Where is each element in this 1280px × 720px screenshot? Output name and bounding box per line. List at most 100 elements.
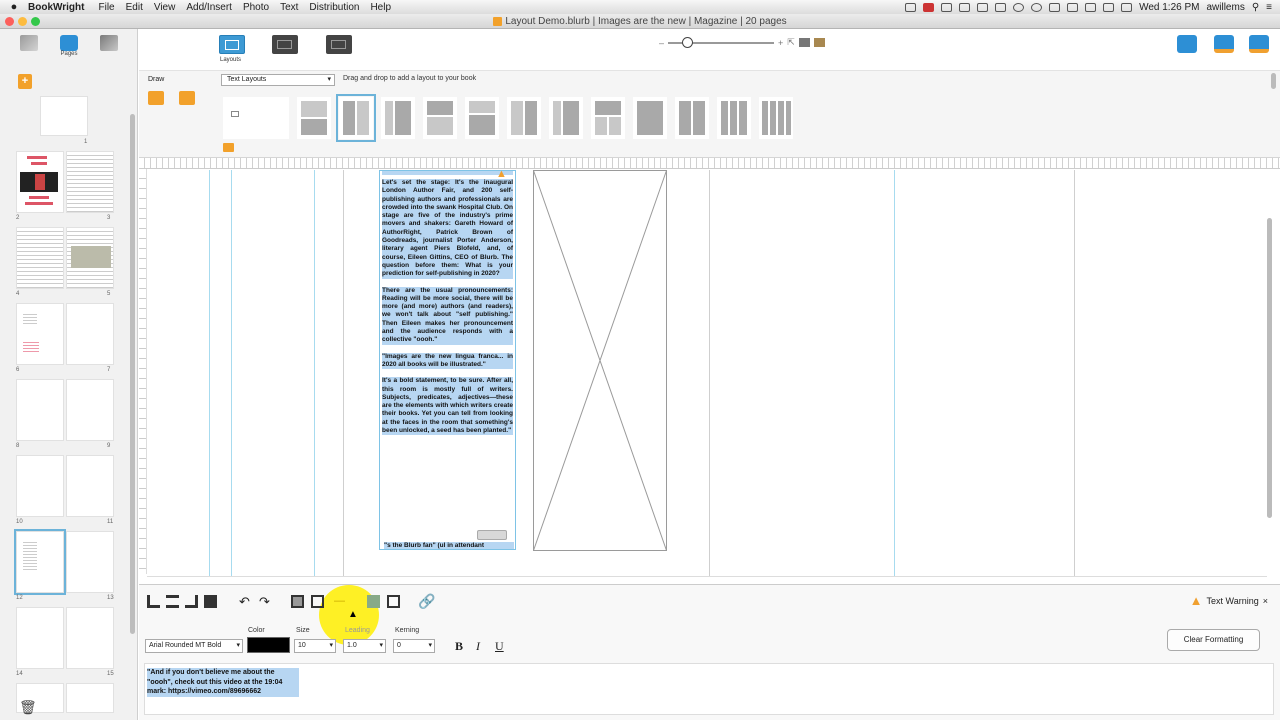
preview-icon[interactable] xyxy=(813,38,825,47)
page-thumbnail[interactable] xyxy=(66,151,114,213)
trash-icon[interactable]: 🗑 xyxy=(19,699,37,716)
indent-icon[interactable] xyxy=(387,595,400,608)
undo-icon[interactable]: ↶ xyxy=(239,595,252,608)
search-icon[interactable]: ⚲ xyxy=(1252,2,1259,13)
link-icon[interactable]: 🔗 xyxy=(418,594,435,608)
layout-thumbnail[interactable] xyxy=(591,97,625,139)
layout-thumbnail-selected[interactable] xyxy=(336,94,376,142)
font-family-select[interactable]: Arial Rounded MT Bold ▾ xyxy=(145,639,243,653)
bullet-list-icon[interactable] xyxy=(367,595,380,608)
layout-thumbnail[interactable] xyxy=(223,97,289,139)
upload-icon[interactable] xyxy=(1249,35,1269,53)
zoom-slider-knob[interactable] xyxy=(682,36,694,48)
fit-spread-icon[interactable] xyxy=(798,38,810,47)
align-justify-icon[interactable] xyxy=(204,595,217,608)
status-icon[interactable] xyxy=(1049,2,1061,12)
wifi-icon[interactable] xyxy=(1103,2,1115,12)
zoom-in-icon[interactable]: + xyxy=(778,38,783,48)
draw-text-icon[interactable] xyxy=(148,91,164,105)
text-color-swatch[interactable] xyxy=(247,637,290,653)
text-overflow-warning-icon[interactable]: ▲ xyxy=(496,168,507,180)
kerning-select[interactable]: 0 ▾ xyxy=(393,639,435,653)
menu-text[interactable]: Text xyxy=(280,2,298,13)
layout-thumbnail[interactable] xyxy=(297,97,331,139)
page-thumbnail[interactable] xyxy=(66,303,114,365)
close-window-button[interactable] xyxy=(5,17,14,26)
page-thumbnail[interactable] xyxy=(66,455,114,517)
text-container[interactable]: Let's set the stage: It's the inaugural … xyxy=(379,170,516,550)
zoom-window-button[interactable] xyxy=(31,17,40,26)
story-text[interactable]: Let's set the stage: It's the inaugural … xyxy=(380,171,515,436)
layout-thumbnail[interactable] xyxy=(381,97,415,139)
page-thumbnail-selected[interactable] xyxy=(14,529,66,595)
status-icon[interactable] xyxy=(923,2,935,12)
layout-thumbnail[interactable] xyxy=(633,97,667,139)
status-icon[interactable] xyxy=(977,2,989,12)
status-icon[interactable] xyxy=(1031,2,1043,12)
apple-menu-icon[interactable]: ● xyxy=(0,1,28,13)
page-thumbnail[interactable] xyxy=(16,379,64,441)
text-overflow-handle[interactable] xyxy=(477,530,507,540)
pages-scrollbar[interactable] xyxy=(130,114,135,634)
menu-help[interactable]: Help xyxy=(370,2,391,13)
layout-thumbnail[interactable] xyxy=(465,97,499,139)
valign-top-icon[interactable] xyxy=(291,595,304,608)
layout-thumbnail[interactable] xyxy=(549,97,583,139)
photos-mode-button[interactable] xyxy=(272,35,298,54)
status-icon[interactable] xyxy=(959,2,971,12)
warnings-icon[interactable] xyxy=(1214,35,1234,53)
status-icon[interactable] xyxy=(995,2,1007,12)
page-thumbnail[interactable] xyxy=(66,531,114,593)
align-right-icon[interactable] xyxy=(185,595,198,608)
status-icon[interactable] xyxy=(1013,2,1025,12)
valign-middle-icon[interactable] xyxy=(311,595,324,608)
draw-photo-icon[interactable] xyxy=(179,91,195,105)
story-paragraph[interactable]: Let's set the stage: It's the inaugural … xyxy=(382,179,513,279)
menubar-user[interactable]: awillems xyxy=(1206,2,1244,13)
battery-icon[interactable] xyxy=(1121,2,1133,12)
story-paragraph[interactable]: It's a bold statement, to be sure. After… xyxy=(382,377,513,436)
zoom-out-icon[interactable]: – xyxy=(659,38,664,48)
underline-button[interactable]: U xyxy=(495,639,504,654)
page-thumbnail[interactable] xyxy=(40,96,88,136)
add-page-button[interactable]: + xyxy=(18,74,32,89)
menu-edit[interactable]: Edit xyxy=(126,2,143,13)
layout-thumbnail[interactable] xyxy=(423,97,457,139)
story-paragraph[interactable]: "Images are the new lingua franca... in … xyxy=(382,352,513,370)
redo-icon[interactable]: ↷ xyxy=(259,595,272,608)
layout-thumbnail[interactable] xyxy=(675,97,709,139)
bold-button[interactable]: B xyxy=(455,639,463,654)
italic-button[interactable]: I xyxy=(476,639,480,654)
page-thumbnail[interactable] xyxy=(16,303,64,365)
align-center-icon[interactable] xyxy=(166,595,179,608)
layout-type-select[interactable]: Text Layouts ▾ xyxy=(221,74,335,86)
story-paragraph[interactable]: There are the usual pronouncements: Read… xyxy=(382,286,513,345)
page-thumbnail[interactable] xyxy=(66,683,114,713)
zoom-slider[interactable] xyxy=(668,36,775,48)
tool-spreads[interactable] xyxy=(98,35,120,51)
canvas-vertical-scrollbar[interactable] xyxy=(1267,218,1272,518)
volume-icon[interactable] xyxy=(1085,2,1097,12)
leading-select[interactable]: 1.0 ▾ xyxy=(343,639,386,653)
page-thumbnail[interactable] xyxy=(66,607,114,669)
layout-thumbnail[interactable] xyxy=(507,97,541,139)
text-warning[interactable]: ▲ Text Warning × xyxy=(1190,593,1268,608)
text-edit-content[interactable]: "And if you don't believe me about the "… xyxy=(147,668,299,697)
photo-container[interactable] xyxy=(533,170,667,551)
menu-add-insert[interactable]: Add/Insert xyxy=(186,2,232,13)
align-left-icon[interactable] xyxy=(147,595,160,608)
bluetooth-icon[interactable] xyxy=(1067,2,1079,12)
page-thumbnail[interactable] xyxy=(66,379,114,441)
menu-file[interactable]: File xyxy=(98,2,114,13)
tool-pages[interactable]: Pages xyxy=(58,35,80,57)
valign-bottom-icon[interactable]: — xyxy=(334,595,347,608)
layout-folder-icon[interactable] xyxy=(223,143,234,152)
menubar-clock[interactable]: Wed 1:26 PM xyxy=(1139,2,1199,13)
close-warning-icon[interactable]: × xyxy=(1263,596,1268,606)
minimize-window-button[interactable] xyxy=(18,17,27,26)
layouts-mode-button[interactable] xyxy=(219,35,245,54)
tool-pages-view[interactable] xyxy=(18,35,40,51)
status-icon[interactable] xyxy=(905,2,917,12)
clear-formatting-button[interactable]: Clear Formatting xyxy=(1167,629,1260,651)
page-thumbnail[interactable] xyxy=(16,151,64,213)
